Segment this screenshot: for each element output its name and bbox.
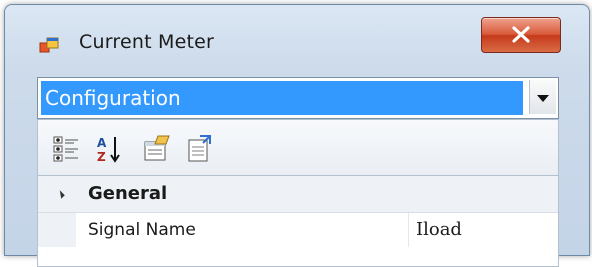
property-pages-icon (188, 135, 211, 162)
close-button[interactable] (481, 17, 561, 53)
title-bar[interactable]: Current Meter (5, 5, 589, 69)
category-row-general[interactable]: General (38, 176, 558, 213)
app-window-icon (39, 37, 59, 53)
property-name: Signal Name (88, 220, 196, 240)
alphabetical-sort-button[interactable]: A Z (94, 134, 124, 164)
categorized-view-button[interactable] (52, 134, 82, 164)
column-divider (408, 213, 409, 247)
categorized-icon (53, 136, 78, 162)
close-icon (512, 26, 530, 43)
collapse-triangle-icon[interactable] (56, 190, 65, 199)
row-gutter (38, 213, 76, 247)
property-toolbar: A Z (37, 119, 559, 176)
sort-az-icon: A Z (97, 136, 120, 164)
properties-button[interactable] (142, 134, 172, 164)
svg-text:A: A (97, 136, 107, 150)
window: Current Meter Configuration A Z General … (4, 4, 590, 267)
object-selector-value: Configuration (41, 81, 523, 115)
property-row-signal-name[interactable]: Signal Name Iload (38, 213, 558, 247)
window-title: Current Meter (79, 31, 215, 53)
property-pages-button[interactable] (184, 134, 214, 164)
properties-icon (144, 135, 170, 161)
object-selector-dropdown[interactable]: Configuration (37, 77, 559, 119)
property-value[interactable]: Iload (416, 219, 462, 240)
property-grid: General Signal Name Iload (37, 175, 559, 267)
chevron-down-icon[interactable] (529, 80, 556, 114)
svg-text:Z: Z (97, 150, 106, 164)
category-label: General (88, 183, 168, 204)
